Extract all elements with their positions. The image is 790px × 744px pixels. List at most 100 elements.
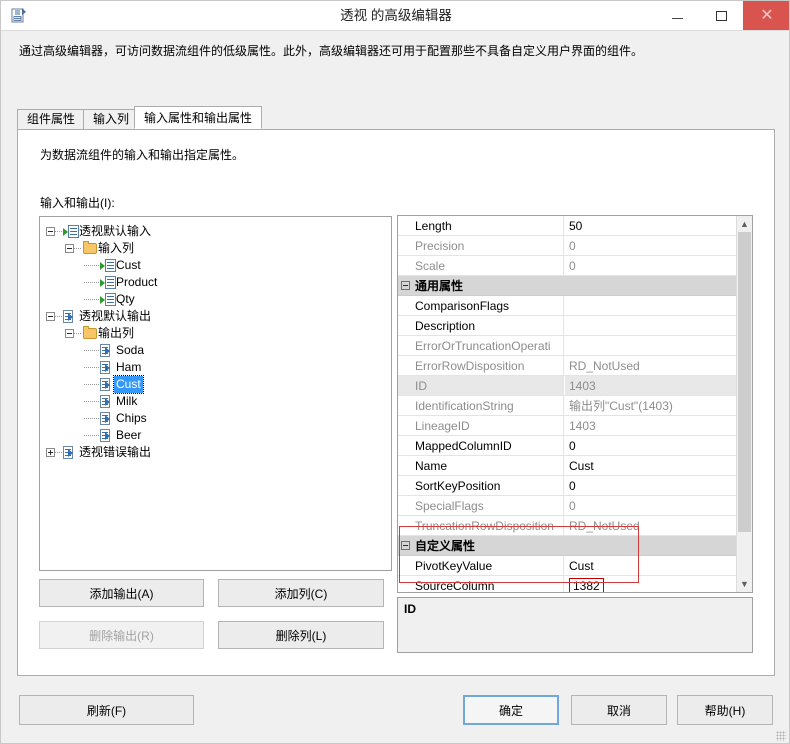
output-column-icon <box>100 343 116 358</box>
property-row[interactable]: Name Cust <box>398 456 736 476</box>
property-value[interactable]: 50 <box>565 216 736 235</box>
scrollbar-thumb[interactable] <box>738 232 751 532</box>
tree-node-label: Product <box>116 275 158 289</box>
property-value[interactable]: 输出列"Cust"(1403) <box>565 396 736 415</box>
property-row[interactable]: ComparisonFlags <box>398 296 736 316</box>
property-value[interactable]: 0 <box>565 256 736 275</box>
add-column-button[interactable]: 添加列(C) <box>218 579 384 607</box>
property-value[interactable]: 0 <box>565 436 736 455</box>
property-value[interactable]: 0 <box>565 496 736 515</box>
tree-node-label: 透视错误输出 <box>79 445 152 459</box>
close-button[interactable]: ✕ <box>743 1 789 30</box>
property-row[interactable]: Scale 0 <box>398 256 736 276</box>
property-grid[interactable]: Length 50 Precision 0 Scale 0 通用属性 ComparisonFl… <box>397 215 753 593</box>
tree-expander[interactable] <box>46 227 55 236</box>
refresh-button[interactable]: 刷新(F) <box>19 695 194 725</box>
tree-expander[interactable] <box>46 312 55 321</box>
tree-node-label: 透视默认输出 <box>79 309 152 323</box>
property-row[interactable]: TruncationRowDisposition RD_NotUsed <box>398 516 736 536</box>
tree-node[interactable]: Cust <box>46 375 391 394</box>
property-value[interactable]: RD_NotUsed <box>565 356 736 375</box>
remove-column-label: 删除列(L) <box>275 628 327 643</box>
refresh-label: 刷新(F) <box>86 703 127 718</box>
tab-input-columns[interactable]: 输入列 <box>83 109 140 129</box>
property-name: ErrorRowDisposition <box>398 356 564 375</box>
property-row[interactable]: ErrorOrTruncationOperati <box>398 336 736 356</box>
scroll-down-button[interactable]: ▼ <box>737 576 752 592</box>
resize-grip-icon[interactable] <box>776 731 786 741</box>
property-value[interactable]: 1403 <box>565 376 736 395</box>
property-row[interactable]: ID 1403 <box>398 376 736 396</box>
tree-node[interactable]: 透视错误输出 <box>46 444 391 461</box>
property-category-label: 通用属性 <box>415 279 464 293</box>
property-value[interactable]: 1382 <box>565 576 736 592</box>
property-row[interactable]: Description <box>398 316 736 336</box>
ok-button[interactable]: 确定 <box>463 695 559 725</box>
property-name: SourceColumn <box>398 576 564 592</box>
property-row[interactable]: Precision 0 <box>398 236 736 256</box>
property-row[interactable]: PivotKeyValue Cust <box>398 556 736 576</box>
add-output-button[interactable]: 添加输出(A) <box>39 579 204 607</box>
property-value[interactable]: Cust <box>565 456 736 475</box>
tree-connector <box>84 427 92 444</box>
property-name: SpecialFlags <box>398 496 564 515</box>
tree-node[interactable]: Milk <box>46 393 391 410</box>
property-value[interactable]: Cust <box>565 556 736 575</box>
tree-node[interactable]: Ham <box>46 359 391 376</box>
property-row[interactable]: ErrorRowDisposition RD_NotUsed <box>398 356 736 376</box>
cancel-label: 取消 <box>606 703 631 718</box>
help-button[interactable]: 帮助(H) <box>677 695 773 725</box>
property-value[interactable] <box>565 336 736 355</box>
tree-node-label: 输出列 <box>98 326 135 340</box>
tree-connector <box>84 376 92 393</box>
tree-connector <box>74 325 82 342</box>
tree-connector <box>55 308 63 325</box>
property-value-editor[interactable]: 1382 <box>569 578 604 592</box>
tree-connector <box>92 274 100 291</box>
property-grid-scrollbar[interactable]: ▲ ▼ <box>736 216 752 592</box>
tree-node[interactable]: 透视默认输入 <box>46 223 391 240</box>
property-value[interactable] <box>565 316 736 335</box>
tree-expander[interactable] <box>65 244 74 253</box>
property-row[interactable]: SpecialFlags 0 <box>398 496 736 516</box>
minimize-button[interactable] <box>655 1 699 30</box>
tree-node[interactable]: Qty <box>46 291 391 308</box>
property-row[interactable]: IdentificationString 输出列"Cust"(1403) <box>398 396 736 416</box>
property-value[interactable]: 0 <box>565 236 736 255</box>
tree-node[interactable]: 透视默认输出 <box>46 308 391 325</box>
tree-label: 输入和输出(I): <box>40 194 115 211</box>
tree-node-label: 透视默认输入 <box>79 224 152 238</box>
tree-node[interactable]: Product <box>46 274 391 291</box>
property-value[interactable] <box>565 296 736 315</box>
property-row[interactable]: Length 50 <box>398 216 736 236</box>
property-value[interactable]: 0 <box>565 476 736 495</box>
scroll-up-button[interactable]: ▲ <box>737 216 752 232</box>
property-category-header[interactable]: 自定义属性 <box>398 536 736 556</box>
tree-node[interactable]: Cust <box>46 257 391 274</box>
property-row[interactable]: MappedColumnID 0 <box>398 436 736 456</box>
tree-node[interactable]: Chips <box>46 410 391 427</box>
remove-column-button[interactable]: 删除列(L) <box>218 621 384 649</box>
tab-component-properties[interactable]: 组件属性 <box>17 109 86 129</box>
tree-node[interactable]: 输入列 <box>46 240 391 257</box>
maximize-button[interactable] <box>699 1 743 30</box>
tree-node[interactable]: Soda <box>46 342 391 359</box>
tree-connector <box>92 393 100 410</box>
tree-expander[interactable] <box>65 329 74 338</box>
property-value[interactable]: 1403 <box>565 416 736 435</box>
category-collapse-icon[interactable] <box>401 541 410 550</box>
tree-expander[interactable] <box>46 448 55 457</box>
ok-label: 确定 <box>498 703 523 718</box>
cancel-button[interactable]: 取消 <box>571 695 667 725</box>
remove-output-button[interactable]: 删除输出(R) <box>39 621 204 649</box>
property-value[interactable]: RD_NotUsed <box>565 516 736 535</box>
property-row[interactable]: SortKeyPosition 0 <box>398 476 736 496</box>
tree-node[interactable]: Beer <box>46 427 391 444</box>
tree-node[interactable]: 输出列 <box>46 325 391 342</box>
property-row[interactable]: SourceColumn 1382 <box>398 576 736 592</box>
input-output-tree[interactable]: 透视默认输入 输入列 Cust Product Qty 透视默认输出 输出列 Soda Ham C… <box>39 216 392 571</box>
property-row[interactable]: LineageID 1403 <box>398 416 736 436</box>
tab-input-output-properties[interactable]: 输入属性和输出属性 <box>134 106 263 129</box>
category-collapse-icon[interactable] <box>401 281 410 290</box>
property-category-header[interactable]: 通用属性 <box>398 276 736 296</box>
